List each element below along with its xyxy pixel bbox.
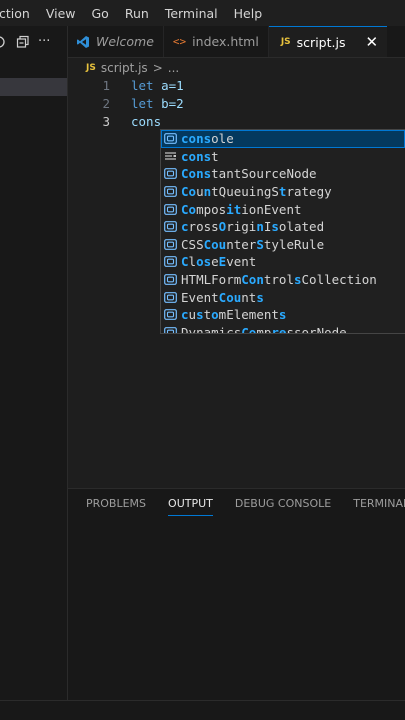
explorer-row-selected[interactable]: [0, 78, 67, 96]
vscode-icon: [77, 35, 89, 48]
close-icon[interactable]: ✕: [365, 33, 378, 51]
suggestion-item[interactable]: DynamicsCompressorNode: [161, 324, 405, 334]
panel-tab-problems[interactable]: PROBLEMS: [86, 497, 146, 516]
suggestion-label: CountQueuingStrategy: [181, 184, 332, 200]
suggestion-item[interactable]: EventCounts: [161, 288, 405, 306]
tab-welcome[interactable]: Welcome: [68, 26, 164, 57]
code-line[interactable]: 2 let b=2: [68, 94, 405, 112]
editor-tab-bar: Welcome <> index.html JS script.js ✕: [68, 26, 405, 58]
variable-icon: [164, 274, 177, 285]
menu-item-help[interactable]: Help: [226, 6, 271, 21]
suggestion-item[interactable]: CloseEvent: [161, 253, 405, 271]
suggestion-label: DynamicsCompressorNode: [181, 324, 347, 334]
suggestion-label: CloseEvent: [181, 254, 257, 270]
tab-script-js[interactable]: JS script.js ✕: [268, 26, 388, 57]
panel-tab-terminal[interactable]: TERMINAL: [353, 497, 405, 516]
code-line-current[interactable]: 3 cons: [68, 112, 405, 130]
suggestion-item[interactable]: const: [161, 148, 405, 166]
explorer-sidebar: ···: [0, 26, 68, 720]
panel-tab-output[interactable]: OUTPUT: [168, 497, 213, 516]
variable-icon: [164, 256, 177, 268]
suggestion-label: ConstantSourceNode: [181, 166, 317, 182]
explorer-row[interactable]: [0, 60, 67, 78]
suggestion-item[interactable]: CountQueuingStrategy: [161, 183, 405, 201]
variable-icon: [164, 238, 177, 250]
code-line[interactable]: 1 let a=1: [68, 76, 405, 94]
menu-item-selection[interactable]: ction: [0, 6, 38, 21]
suggestion-item[interactable]: customElements: [161, 306, 405, 324]
code-text: cons: [131, 113, 162, 129]
suggestion-label: const: [181, 148, 219, 164]
variable-icon: [164, 186, 177, 197]
collapse-all-icon[interactable]: [16, 35, 30, 49]
js-file-icon: JS: [86, 63, 96, 73]
breadcrumb-more[interactable]: ...: [168, 61, 179, 75]
suggestion-item[interactable]: CSSCounterStyleRule: [161, 236, 405, 254]
line-number: 3: [102, 113, 110, 129]
code-rest: a=1: [153, 77, 184, 93]
chevron-right-icon: >: [152, 61, 163, 75]
suggestion-label: CSSCounterStyleRule: [181, 236, 325, 252]
tab-label: Welcome: [96, 34, 154, 49]
refresh-icon[interactable]: [0, 35, 8, 49]
suggestion-item[interactable]: console: [161, 130, 405, 148]
code-rest: b=2: [153, 95, 184, 111]
suggestion-item[interactable]: ConstantSourceNode: [161, 165, 405, 183]
snippet-icon: [165, 152, 176, 160]
keyword: let: [131, 95, 154, 111]
breadcrumb: JS script.js > ...: [86, 59, 179, 77]
variable-icon: [164, 168, 177, 180]
suggestion-label: HTMLFormControlsCollection: [181, 272, 377, 288]
suggestion-label: EventCounts: [181, 289, 264, 305]
suggestion-item[interactable]: CompositionEvent: [161, 200, 405, 218]
bottom-panel: PROBLEMS OUTPUT DEBUG CONSOLE TERMINAL: [68, 488, 405, 720]
suggestion-label: crossOriginIsolated: [181, 219, 325, 235]
html-file-icon: <>: [172, 35, 187, 48]
menu-item-terminal[interactable]: Terminal: [157, 6, 226, 21]
code-text: let b=2: [131, 96, 184, 111]
menu-item-go[interactable]: Go: [84, 6, 117, 21]
variable-icon: [164, 326, 177, 333]
variable-icon: [164, 291, 177, 303]
tab-label: index.html: [192, 34, 259, 49]
line-number: 1: [102, 77, 110, 93]
suggestion-label: CompositionEvent: [181, 201, 302, 217]
panel-tabs: PROBLEMS OUTPUT DEBUG CONSOLE TERMINAL: [86, 497, 405, 516]
suggestion-label: customElements: [181, 307, 287, 323]
suggestion-label: console: [181, 131, 234, 147]
panel-tab-debug-console[interactable]: DEBUG CONSOLE: [235, 497, 331, 516]
variable-icon: [164, 309, 177, 321]
variable-icon: [164, 221, 177, 233]
explorer-toolbar: ···: [0, 34, 50, 49]
variable-icon: [164, 133, 177, 145]
suggestion-item[interactable]: HTMLFormControlsCollection: [161, 271, 405, 289]
breadcrumb-file[interactable]: script.js: [101, 61, 148, 75]
line-number: 2: [102, 95, 110, 111]
menu-item-run[interactable]: Run: [117, 6, 157, 21]
more-actions-icon[interactable]: ···: [38, 34, 50, 49]
variable-icon: [164, 203, 177, 215]
tab-label: script.js: [296, 34, 346, 50]
menu-item-view[interactable]: View: [38, 6, 84, 21]
keyword: let: [131, 77, 154, 93]
suggestion-widget: console const ConstantSourceNode CountQueui…: [160, 129, 405, 334]
js-file-icon: JS: [280, 37, 291, 47]
code-text: let a=1: [131, 78, 184, 93]
suggestion-item[interactable]: crossOriginIsolated: [161, 218, 405, 236]
status-bar: [0, 700, 405, 720]
tab-index-html[interactable]: <> index.html: [164, 26, 269, 57]
menu-bar: ction View Go Run Terminal Help: [0, 0, 405, 26]
